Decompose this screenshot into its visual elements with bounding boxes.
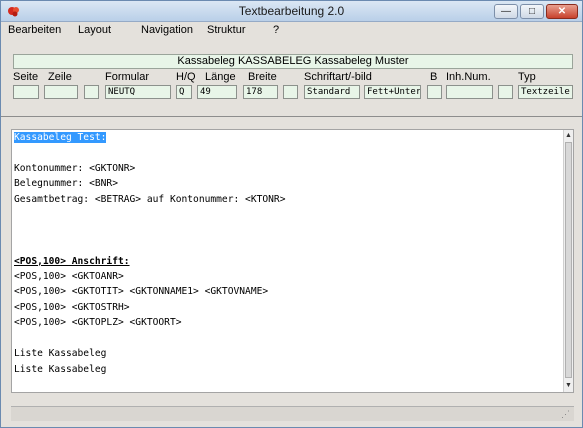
breite-field[interactable]: 178: [243, 85, 278, 99]
close-button[interactable]: ✕: [546, 4, 578, 19]
label-formular: Formular: [105, 71, 150, 83]
label-typ: Typ: [518, 71, 536, 83]
editor-line-text: Kassabeleg Test:: [14, 132, 107, 143]
inhnum-extra-field[interactable]: [498, 85, 513, 99]
label-schriftart: Schriftart/-bild: [304, 71, 372, 83]
minimize-button[interactable]: —: [494, 4, 518, 19]
editor-line[interactable]: [14, 331, 285, 346]
scroll-down-icon[interactable]: ▼: [564, 381, 573, 391]
schriftart-field[interactable]: Standard: [304, 85, 360, 99]
inhnum-field[interactable]: [446, 85, 493, 99]
editor-line[interactable]: [14, 238, 285, 253]
editor-line-text: <POS,100> <GKTOANR>: [14, 270, 124, 282]
editor-line-text: Liste Kassabeleg: [14, 363, 107, 375]
editor-line[interactable]: [14, 223, 285, 238]
editor-line[interactable]: <POS,100> <GKTOSTRH>: [14, 300, 285, 315]
laenge-field[interactable]: 49: [197, 85, 237, 99]
editor-line-text: Kontonummer: <GKTONR>: [14, 162, 136, 174]
menu-bar: Bearbeiten Layout Navigation Struktur ?: [1, 22, 582, 39]
scrollbar-thumb[interactable]: [565, 142, 572, 378]
menu-navigation[interactable]: Navigation: [141, 24, 193, 36]
editor-line-text: <POS,100> <GKTOSTRH>: [14, 301, 130, 313]
editor-line[interactable]: <POS,100> <GKTOANR>: [14, 269, 285, 284]
seite-field[interactable]: [13, 85, 39, 99]
zeile-extra-field[interactable]: [84, 85, 99, 99]
typ-field[interactable]: Textzeile: [518, 85, 573, 99]
editor-line[interactable]: <POS,100> <GKTOTIT> <GKTONNAME1> <GKTOVN…: [14, 284, 285, 299]
editor-line[interactable]: [14, 145, 285, 160]
hq-field[interactable]: Q: [176, 85, 192, 99]
menu-bearbeiten[interactable]: Bearbeiten: [8, 24, 61, 36]
vertical-scrollbar[interactable]: ▲ ▼: [563, 130, 573, 392]
editor-line[interactable]: Liste Kassabeleg: [14, 346, 285, 361]
form-header: Kassabeleg KASSABELEG Kassabeleg Muster: [13, 54, 573, 69]
editor-line[interactable]: Liste Kassabeleg: [14, 362, 285, 377]
editor-line[interactable]: <POS,100> <GKTOPLZ> <GKTOORT>: [14, 315, 285, 330]
menu-help[interactable]: ?: [273, 24, 279, 36]
label-seite: Seite: [13, 71, 39, 83]
formular-field[interactable]: NEUTQ: [105, 85, 171, 99]
label-breite: Breite: [248, 71, 277, 83]
zeile-field[interactable]: [44, 85, 78, 99]
label-hq: H/Q: [176, 71, 196, 83]
editor-line-text: <POS,100> Anschrift:: [14, 255, 130, 267]
editor-line[interactable]: Kontonummer: <GKTONR>: [14, 161, 285, 176]
editor-line[interactable]: Kassabeleg Test:: [14, 130, 285, 145]
main-window: Textbearbeitung 2.0 — □ ✕ Bearbeiten Lay…: [0, 0, 583, 428]
schriftbild-field[interactable]: Fett+Unter: [364, 85, 421, 99]
maximize-button[interactable]: □: [520, 4, 544, 19]
scroll-up-icon[interactable]: ▲: [564, 131, 573, 141]
b-field[interactable]: [427, 85, 442, 99]
label-b: B: [430, 71, 438, 83]
editor-line-text: Gesamtbetrag: <BETRAG> auf Kontonummer: …: [14, 193, 286, 205]
divider: [1, 116, 582, 117]
label-laenge: Länge: [205, 71, 236, 83]
menu-layout[interactable]: Layout: [78, 24, 111, 36]
editor-line[interactable]: <POS,100> Anschrift:: [14, 254, 285, 269]
editor-line[interactable]: Belegnummer: <BNR>: [14, 176, 285, 191]
menu-struktur[interactable]: Struktur: [207, 24, 246, 36]
text-editor[interactable]: Kassabeleg Test: Kontonummer: <GKTONR> Bel…: [11, 129, 574, 393]
editor-line[interactable]: Gesamtbetrag: <BETRAG> auf Kontonummer: …: [14, 192, 285, 207]
editor-line[interactable]: [14, 207, 285, 222]
title-bar[interactable]: Textbearbeitung 2.0 — □ ✕: [1, 1, 582, 22]
editor-line-text: <POS,100> <GKTOPLZ> <GKTOORT>: [14, 317, 182, 329]
breite-extra-field[interactable]: [283, 85, 298, 99]
editor-line-text: Belegnummer: <BNR>: [14, 178, 118, 190]
editor-line-text: Liste Kassabeleg: [14, 348, 107, 360]
label-inhnum: Inh.Num.: [446, 71, 491, 83]
label-zeile: Zeile: [48, 71, 72, 83]
status-bar: ⋰: [11, 406, 574, 421]
resize-grip-icon[interactable]: ⋰: [561, 409, 571, 419]
editor-content[interactable]: Kassabeleg Test: Kontonummer: <GKTONR> Bel…: [14, 130, 285, 377]
editor-line-text: <POS,100> <GKTOTIT> <GKTONNAME1> <GKTOVN…: [14, 286, 269, 298]
